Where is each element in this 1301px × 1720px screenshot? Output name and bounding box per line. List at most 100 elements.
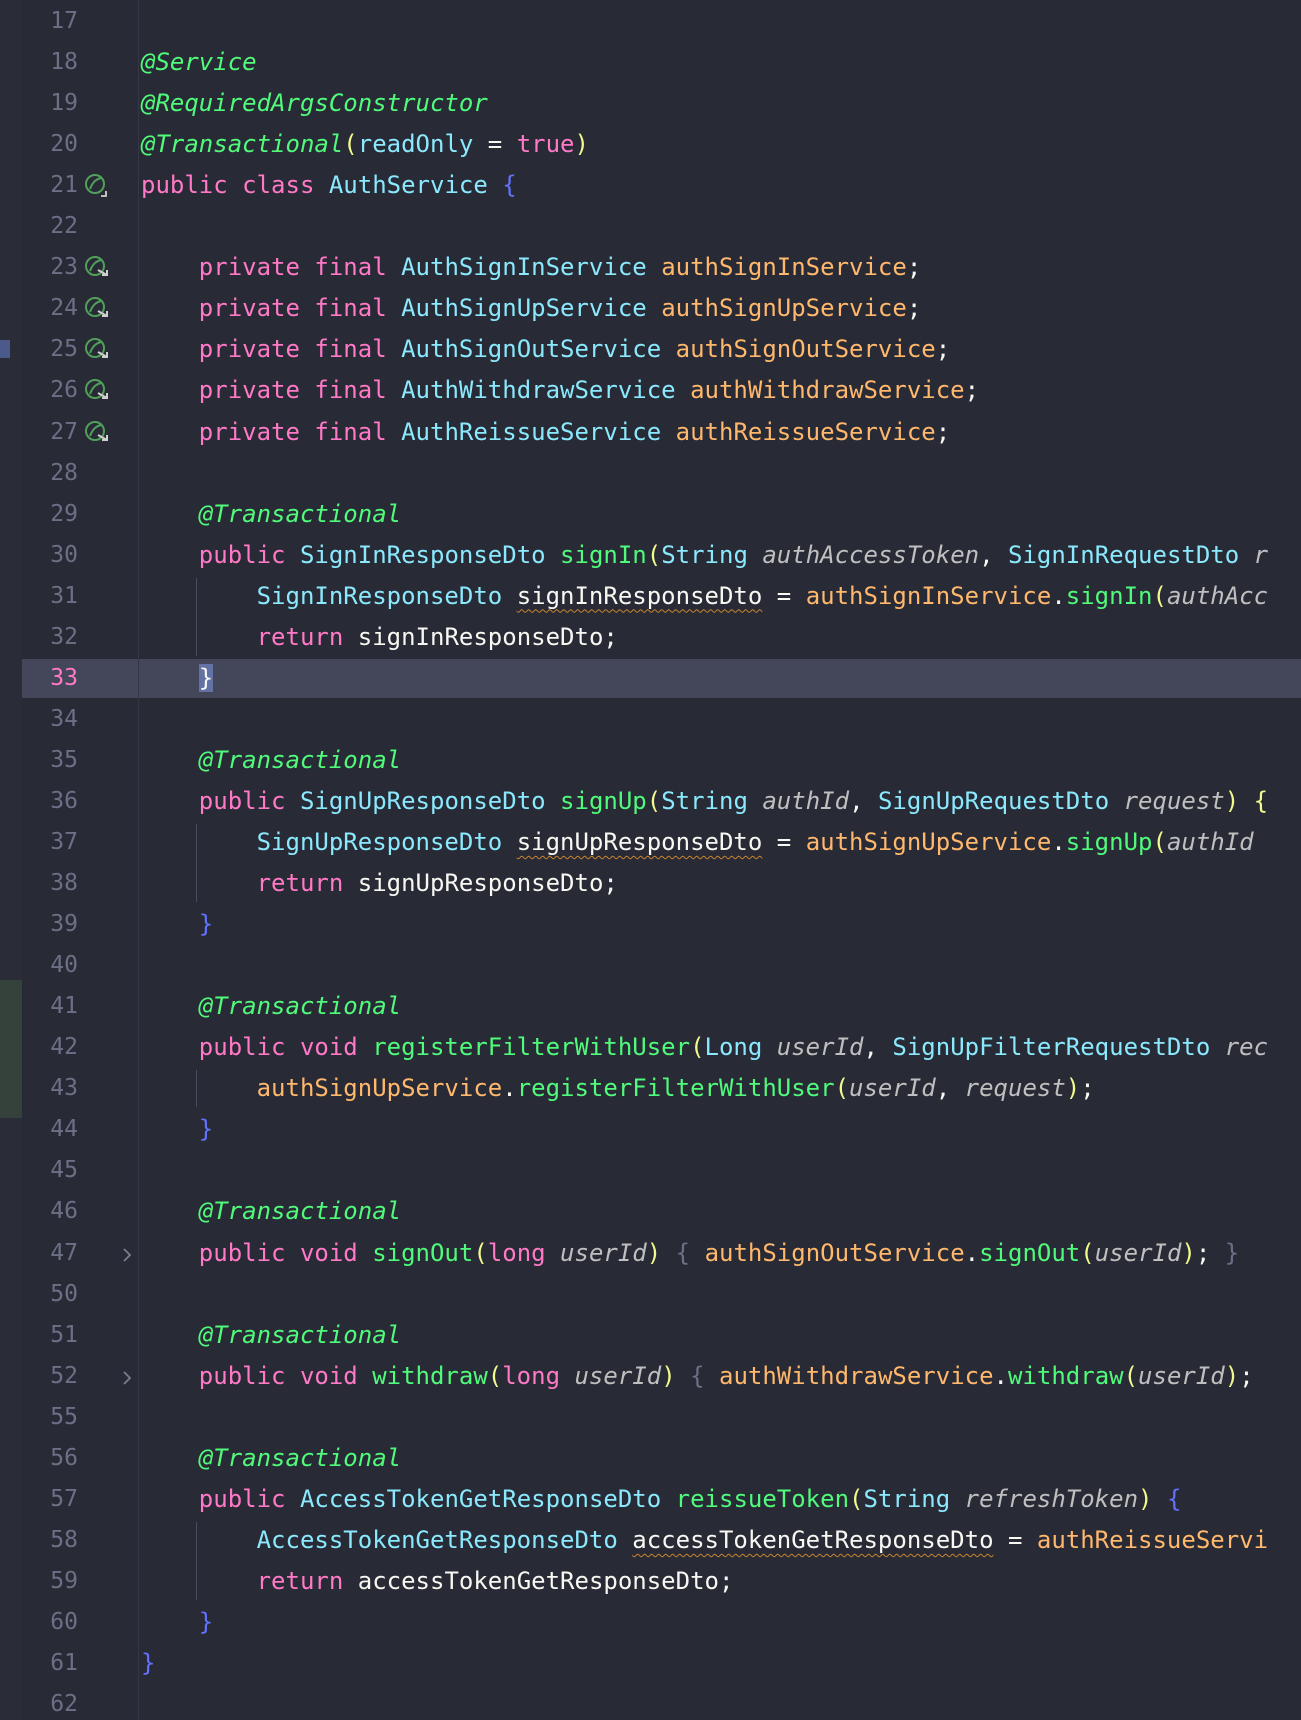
spring-bean-navigate-icon[interactable]	[84, 335, 112, 363]
line-number[interactable]: 60	[22, 1602, 78, 1643]
line-number[interactable]: 23	[22, 247, 78, 288]
gutter-separator	[138, 0, 139, 1720]
line-number[interactable]: 61	[22, 1643, 78, 1684]
line-number[interactable]: 36	[22, 781, 78, 822]
code-token: readOnly	[357, 130, 474, 159]
code-line[interactable]: private final AuthSignOutService authSig…	[141, 329, 950, 370]
code-token: @Transactional	[141, 499, 402, 528]
code-line[interactable]: public SignUpResponseDto signUp(String a…	[141, 781, 1268, 822]
line-number[interactable]: 55	[22, 1397, 78, 1438]
line-number[interactable]: 35	[22, 740, 78, 781]
code-line[interactable]: public SignInResponseDto signIn(String a…	[141, 535, 1268, 576]
code-line[interactable]: @Transactional	[141, 740, 401, 781]
line-number[interactable]: 34	[22, 699, 78, 740]
code-line[interactable]: @Transactional	[141, 1315, 401, 1356]
code-token: signUp	[1065, 828, 1153, 856]
line-number[interactable]: 20	[22, 124, 78, 165]
code-line[interactable]: return accessTokenGetResponseDto;	[141, 1561, 734, 1602]
line-number[interactable]: 59	[22, 1561, 78, 1602]
warning-token: accessTokenGetResponseDto	[632, 1525, 994, 1554]
code-line[interactable]: SignInResponseDto signInResponseDto = au…	[141, 576, 1269, 617]
code-line[interactable]: }	[141, 658, 214, 699]
line-number[interactable]: 37	[22, 822, 78, 863]
line-number[interactable]: 56	[22, 1438, 78, 1479]
line-number[interactable]: 26	[22, 370, 78, 411]
line-number[interactable]: 24	[22, 288, 78, 329]
line-number[interactable]: 45	[22, 1150, 78, 1191]
line-number[interactable]: 22	[22, 206, 78, 247]
code-line[interactable]: public void withdraw(long userId) { auth…	[141, 1356, 1254, 1397]
code-line[interactable]: AccessTokenGetResponseDto accessTokenGet…	[141, 1520, 1268, 1561]
line-number[interactable]: 32	[22, 617, 78, 658]
line-number[interactable]: 57	[22, 1479, 78, 1520]
code-line[interactable]: return signInResponseDto;	[141, 617, 618, 658]
line-number[interactable]: 41	[22, 986, 78, 1027]
code-line[interactable]: public class AuthService {	[141, 165, 517, 206]
vcs-change-marker[interactable]	[0, 340, 10, 358]
code-line[interactable]: public void signOut(long userId) { authS…	[141, 1233, 1239, 1274]
code-editor[interactable]: @Service @RequiredArgsConstructor @Transac…	[0, 0, 1301, 1720]
code-line[interactable]: @Service	[141, 42, 257, 83]
vcs-change-marker[interactable]	[0, 980, 22, 1118]
line-number[interactable]: 25	[22, 329, 78, 370]
code-token: signIn	[1065, 581, 1153, 610]
code-token: private final	[141, 417, 402, 446]
line-number[interactable]: 50	[22, 1274, 78, 1315]
spring-bean-navigate-icon[interactable]	[84, 253, 112, 281]
spring-bean-navigate-icon[interactable]	[84, 418, 112, 446]
line-number[interactable]: 33	[22, 658, 78, 699]
code-token: .	[993, 1361, 1008, 1390]
line-number[interactable]: 19	[22, 83, 78, 124]
line-number[interactable]: 38	[22, 863, 78, 904]
chevron-right-icon[interactable]	[120, 1366, 134, 1386]
line-number[interactable]: 44	[22, 1109, 78, 1150]
code-token: userId	[1094, 1238, 1182, 1267]
code-token: Long	[704, 1033, 777, 1062]
code-line[interactable]: @RequiredArgsConstructor	[141, 83, 488, 124]
code-token: ;	[1080, 1074, 1095, 1103]
code-line[interactable]: return signUpResponseDto;	[141, 863, 618, 904]
line-number[interactable]: 51	[22, 1315, 78, 1356]
code-line[interactable]: @Transactional	[141, 1438, 401, 1479]
line-number[interactable]: 40	[22, 945, 78, 986]
code-line[interactable]: }	[141, 1643, 155, 1684]
line-number[interactable]: 28	[22, 453, 78, 494]
spring-bean-class-icon[interactable]	[84, 171, 112, 199]
code-line[interactable]: private final AuthSignInService authSign…	[141, 247, 921, 288]
line-number[interactable]: 39	[22, 904, 78, 945]
line-number[interactable]: 30	[22, 535, 78, 576]
line-number[interactable]: 31	[22, 576, 78, 617]
code-line[interactable]: public AccessTokenGetResponseDto reissue…	[141, 1479, 1182, 1520]
spring-bean-navigate-icon[interactable]	[84, 294, 112, 322]
code-token: private final	[141, 294, 402, 323]
line-number[interactable]: 62	[22, 1684, 78, 1720]
line-number[interactable]: 29	[22, 494, 78, 535]
code-line[interactable]: @Transactional(readOnly = true)	[141, 124, 589, 165]
code-line[interactable]: private final AuthSignUpService authSign…	[141, 288, 921, 329]
code-line[interactable]: @Transactional	[141, 986, 401, 1027]
line-number[interactable]: 47	[22, 1233, 78, 1274]
line-number[interactable]: 18	[22, 42, 78, 83]
line-number[interactable]: 42	[22, 1027, 78, 1068]
line-number[interactable]: 17	[22, 1, 78, 42]
code-line[interactable]: @Transactional	[141, 494, 401, 535]
code-line[interactable]: }	[141, 1602, 213, 1643]
code-token: .	[1051, 581, 1066, 610]
code-token: registerFilterWithUser	[372, 1033, 691, 1062]
code-line[interactable]: private final AuthWithdrawService authWi…	[141, 370, 979, 411]
line-number[interactable]: 58	[22, 1520, 78, 1561]
code-line[interactable]: }	[141, 904, 213, 945]
line-number[interactable]: 43	[22, 1068, 78, 1109]
code-line[interactable]: @Transactional	[141, 1191, 401, 1232]
code-line[interactable]: }	[141, 1109, 213, 1150]
code-line[interactable]: private final AuthReissueService authRei…	[141, 412, 950, 453]
line-number[interactable]: 21	[22, 165, 78, 206]
code-line[interactable]: SignUpResponseDto signUpResponseDto = au…	[141, 822, 1254, 863]
spring-bean-navigate-icon[interactable]	[84, 376, 112, 404]
line-number[interactable]: 52	[22, 1356, 78, 1397]
code-line[interactable]: authSignUpService.registerFilterWithUser…	[141, 1068, 1095, 1109]
line-number[interactable]: 46	[22, 1191, 78, 1232]
code-line[interactable]: public void registerFilterWithUser(Long …	[141, 1027, 1268, 1068]
line-number[interactable]: 27	[22, 412, 78, 453]
chevron-right-icon[interactable]	[120, 1243, 134, 1263]
